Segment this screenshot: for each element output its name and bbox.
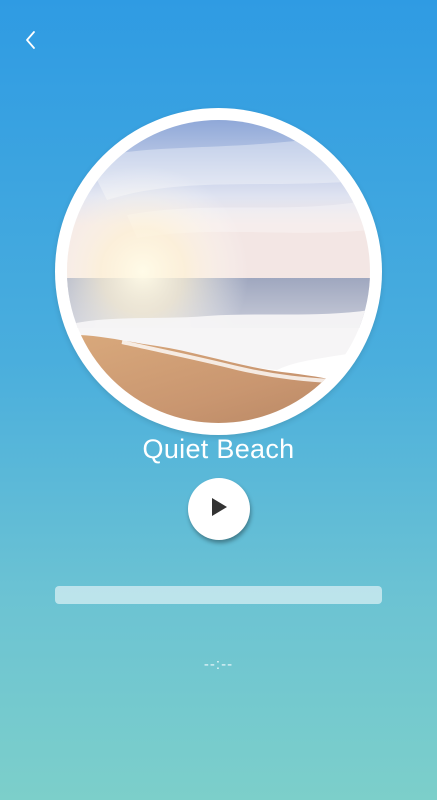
play-icon xyxy=(209,496,229,523)
time-display: --:-- xyxy=(203,656,234,673)
back-button[interactable] xyxy=(14,26,46,58)
track-artwork xyxy=(67,120,370,423)
chevron-left-icon xyxy=(23,29,37,56)
progress-bar[interactable] xyxy=(55,586,382,604)
artwork-frame xyxy=(55,108,382,435)
play-button[interactable] xyxy=(188,478,250,540)
track-title: Quiet Beach xyxy=(142,434,295,464)
